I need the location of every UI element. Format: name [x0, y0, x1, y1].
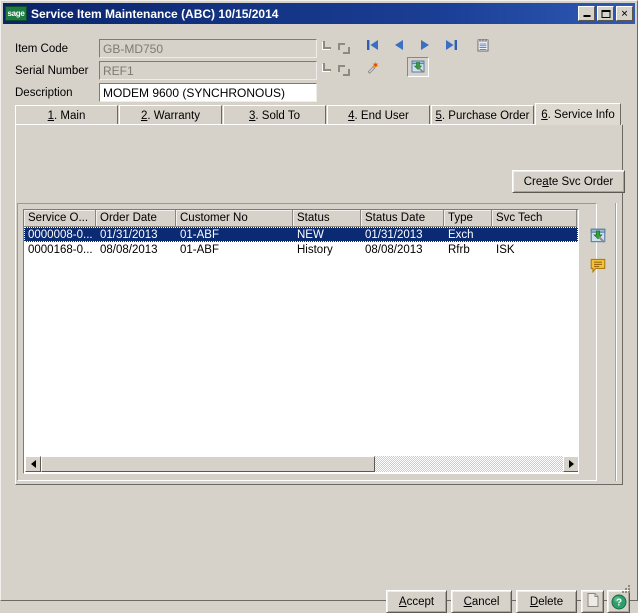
grid-col-status-date[interactable]: Status Date [361, 210, 444, 227]
close-icon: ✕ [620, 8, 629, 18]
cell-type: Rfrb [448, 243, 470, 256]
magic-wand-icon[interactable] [365, 59, 381, 75]
expand-icon[interactable] [337, 40, 352, 57]
grid-col-service-order[interactable]: Service O... [24, 210, 96, 227]
scroll-thumb[interactable] [41, 456, 376, 472]
delete-button[interactable]: Delete [516, 590, 577, 613]
memo-pad-icon[interactable] [475, 37, 491, 53]
tab-strip: 1. Main 2. Warranty 3. Sold To 4. End Us… [15, 103, 623, 125]
grid-col-svc-tech[interactable]: Svc Tech [492, 210, 577, 227]
close-button[interactable]: ✕ [616, 6, 633, 21]
sage-logo-icon: sage [5, 6, 27, 21]
minimize-button[interactable] [578, 6, 595, 21]
cell-order-date: 01/31/2013 [100, 228, 158, 241]
item-code-input[interactable]: GB-MD750 [99, 39, 317, 58]
next-record-icon[interactable] [417, 37, 433, 53]
resize-grip[interactable] [620, 583, 632, 595]
scroll-left-button[interactable] [25, 456, 41, 472]
tab-service-info-label: . Service Info [547, 108, 615, 121]
cancel-button[interactable]: Cancel [451, 590, 512, 613]
comment-memo-icon[interactable] [589, 256, 611, 277]
delete-accel: D [529, 595, 539, 608]
cell-service-order: 0000168-0... [28, 243, 93, 256]
chevron-left-icon [30, 460, 36, 468]
create-svc-order-label-post: te Svc Order [548, 175, 614, 188]
cell-status: NEW [297, 228, 324, 241]
serial-number-row: Serial Number REF1 [15, 61, 352, 80]
grid-col-order-date[interactable]: Order Date [96, 210, 176, 227]
grid-horizontal-scrollbar[interactable] [25, 456, 578, 472]
tab-purchase-order-label: . Purchase Order [441, 109, 530, 122]
delete-label: elete [538, 595, 564, 608]
serial-number-input[interactable]: REF1 [99, 61, 317, 80]
scroll-track[interactable] [41, 456, 563, 472]
title-bar[interactable]: sage Service Item Maintenance (ABC) 10/1… [3, 3, 635, 24]
grid-col-status[interactable]: Status [293, 210, 361, 227]
tab-sold-to[interactable]: 3. Sold To [223, 105, 326, 125]
tab-purchase-order[interactable]: 5. Purchase Order [431, 105, 534, 125]
client-area: Item Code GB-MD750 Serial Number REF1 De… [3, 25, 635, 613]
tab-main[interactable]: 1. Main [15, 105, 118, 125]
cell-svc-tech [492, 227, 577, 242]
grid-body: 0000008-0... 01/31/2013 01-ABF NEW 01/31… [24, 227, 578, 455]
cancel-label: ancel [471, 595, 500, 608]
service-orders-grid[interactable]: Service O... Order Date Customer No Stat… [23, 209, 579, 474]
expand-icon[interactable] [337, 62, 352, 79]
accept-button[interactable]: Accept [386, 590, 447, 613]
window-title: Service Item Maintenance (ABC) 10/15/201… [31, 6, 279, 21]
lookup-icon[interactable] [322, 62, 337, 79]
drill-down-icon[interactable] [589, 227, 611, 248]
service-orders-grid-panel: Service O... Order Date Customer No Stat… [17, 203, 597, 481]
cell-order-date: 08/08/2013 [100, 243, 158, 256]
maximize-button[interactable] [597, 6, 614, 21]
cell-customer-no: 01-ABF [180, 243, 219, 256]
table-row[interactable]: 0000168-0... 08/08/2013 01-ABF History 0… [24, 242, 578, 257]
chevron-right-icon [568, 460, 574, 468]
cancel-accel: C [463, 595, 472, 608]
help-icon: ? [611, 594, 627, 610]
application-window: sage Service Item Maintenance (ABC) 10/1… [0, 0, 638, 613]
description-input[interactable]: MODEM 9600 (SYNCHRONOUS) [99, 83, 317, 102]
lookup-icon[interactable] [322, 40, 337, 57]
grid-header-row: Service O... Order Date Customer No Stat… [24, 210, 578, 227]
description-label: Description [15, 86, 73, 99]
grid-col-customer-no[interactable]: Customer No [176, 210, 293, 227]
tab-service-info[interactable]: 6. Service Info [535, 103, 621, 125]
item-code-label: Item Code [15, 42, 69, 55]
footer-button-bar: Accept Cancel Delete ? [3, 563, 635, 613]
last-record-icon[interactable] [443, 37, 459, 53]
svg-text:?: ? [615, 597, 621, 608]
grid-side-toolbar [589, 227, 611, 285]
serial-number-label: Serial Number [15, 64, 89, 77]
accept-accel: A [398, 595, 407, 608]
item-code-row: Item Code GB-MD750 [15, 39, 352, 58]
scroll-right-button[interactable] [563, 456, 578, 472]
tab-main-label: . Main [54, 109, 86, 122]
tab-end-user[interactable]: 4. End User [327, 105, 430, 125]
cell-status-date: 08/08/2013 [365, 243, 423, 256]
create-svc-order-button[interactable]: Cre a te Svc Order [512, 170, 625, 193]
create-svc-order-label-pre: Cre [523, 175, 543, 188]
tab-warranty[interactable]: 2. Warranty [119, 105, 222, 125]
accept-label: ccept [406, 595, 435, 608]
cell-service-order: 0000008-0... [28, 228, 93, 241]
cell-svc-tech: ISK [496, 243, 515, 256]
grid-col-type[interactable]: Type [444, 210, 492, 227]
drill-down-button[interactable] [407, 57, 429, 77]
print-page-icon [586, 592, 600, 611]
table-row[interactable]: 0000008-0... 01/31/2013 01-ABF NEW 01/31… [24, 227, 578, 242]
tab-end-user-label: . End User [354, 109, 409, 122]
first-record-icon[interactable] [365, 37, 381, 53]
print-button[interactable] [581, 590, 604, 613]
tab-sold-to-label: . Sold To [255, 109, 300, 122]
prev-record-icon[interactable] [391, 37, 407, 53]
cell-status-date: 01/31/2013 [365, 228, 423, 241]
panel-divider [615, 203, 617, 481]
cell-customer-no: 01-ABF [180, 228, 219, 241]
cell-type: Exch [448, 228, 474, 241]
cell-status: History [297, 243, 333, 256]
tab-warranty-label: . Warranty [147, 109, 200, 122]
record-navigation-group [365, 37, 491, 53]
description-row: Description MODEM 9600 (SYNCHRONOUS) [15, 83, 317, 102]
